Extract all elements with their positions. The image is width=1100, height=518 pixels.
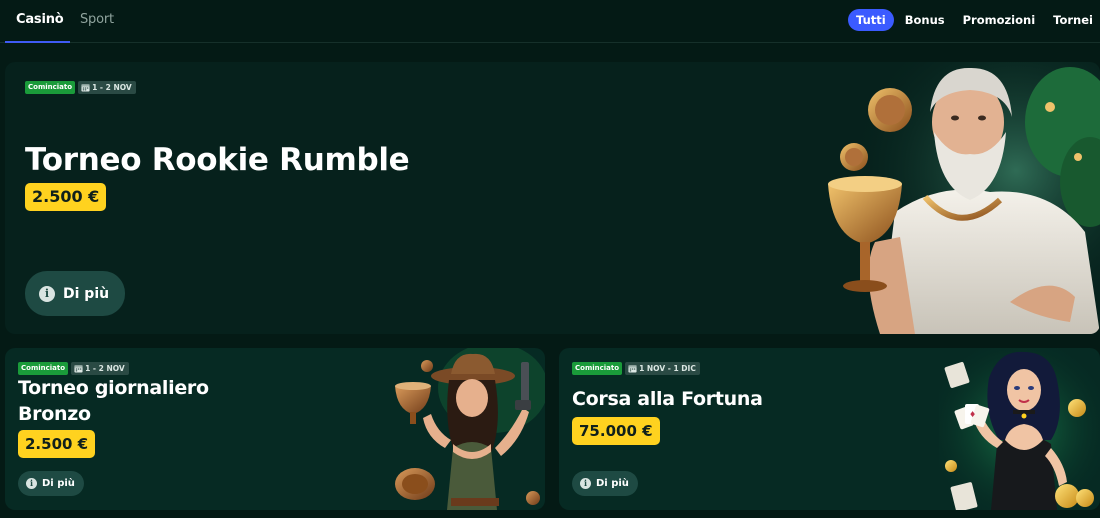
top-nav: Casinò Sport Tutti Bonus Promozioni Torn… bbox=[0, 0, 1100, 43]
card-badges: Cominciato 1 - 2 NOV bbox=[18, 362, 129, 375]
prize-badge: 75.000 € bbox=[572, 417, 660, 445]
filter-tournaments[interactable]: Tornei bbox=[1046, 9, 1100, 31]
hero-tournament-card[interactable]: Cominciato 1 - 2 NOV Torneo Rookie Rumbl… bbox=[5, 62, 1100, 334]
date-text: 1 - 2 NOV bbox=[92, 83, 132, 92]
date-badge: 1 - 2 NOV bbox=[71, 362, 129, 375]
tab-sport[interactable]: Sport bbox=[80, 12, 114, 27]
tournament-card-bronze[interactable]: Cominciato 1 - 2 NOV Torneo giornaliero … bbox=[5, 348, 545, 510]
prize-badge: 2.500 € bbox=[18, 430, 96, 458]
filter-pills: Tutti Bonus Promozioni Tornei bbox=[844, 9, 1100, 31]
hero-title: Torneo Rookie Rumble bbox=[25, 142, 410, 178]
more-label: Di più bbox=[42, 478, 75, 489]
card-badges: Cominciato 1 NOV - 1 DIC bbox=[572, 362, 700, 375]
date-text: 1 - 2 NOV bbox=[85, 364, 125, 373]
zeus-character-illustration bbox=[820, 62, 1100, 334]
calendar-icon bbox=[74, 365, 83, 373]
more-button[interactable]: i Di più bbox=[572, 471, 638, 496]
more-button[interactable]: i Di più bbox=[18, 471, 84, 496]
status-badge: Cominciato bbox=[25, 81, 76, 94]
cowgirl-character-illustration bbox=[395, 348, 545, 510]
more-label: Di più bbox=[63, 285, 110, 302]
more-button[interactable]: i Di più bbox=[25, 271, 126, 316]
fortune-woman-illustration: ♦ bbox=[939, 348, 1100, 510]
info-icon: i bbox=[580, 478, 591, 489]
card-title: Torneo giornaliero Bronzo bbox=[18, 377, 209, 425]
info-icon: i bbox=[39, 285, 55, 302]
svg-text:♦: ♦ bbox=[969, 410, 976, 419]
tournament-card-fortune[interactable]: Cominciato 1 NOV - 1 DIC Corsa alla Fort… bbox=[559, 348, 1100, 510]
date-badge: 1 - 2 NOV bbox=[78, 81, 136, 94]
info-icon: i bbox=[26, 478, 37, 489]
card-title: Corsa alla Fortuna bbox=[572, 388, 763, 410]
date-text: 1 NOV - 1 DIC bbox=[639, 364, 696, 373]
prize-badge: 2.500 € bbox=[25, 183, 107, 211]
hero-badges: Cominciato 1 - 2 NOV bbox=[25, 81, 136, 94]
date-badge: 1 NOV - 1 DIC bbox=[625, 362, 700, 375]
more-label: Di più bbox=[596, 478, 629, 489]
status-badge: Cominciato bbox=[18, 362, 69, 375]
calendar-icon bbox=[628, 365, 637, 373]
status-badge: Cominciato bbox=[572, 362, 623, 375]
filter-bonus[interactable]: Bonus bbox=[898, 9, 952, 31]
filter-all[interactable]: Tutti bbox=[848, 9, 894, 31]
active-tab-indicator bbox=[5, 41, 70, 43]
tab-casino[interactable]: Casinò bbox=[16, 12, 64, 27]
calendar-icon bbox=[81, 84, 90, 92]
filter-promotions[interactable]: Promozioni bbox=[956, 9, 1043, 31]
